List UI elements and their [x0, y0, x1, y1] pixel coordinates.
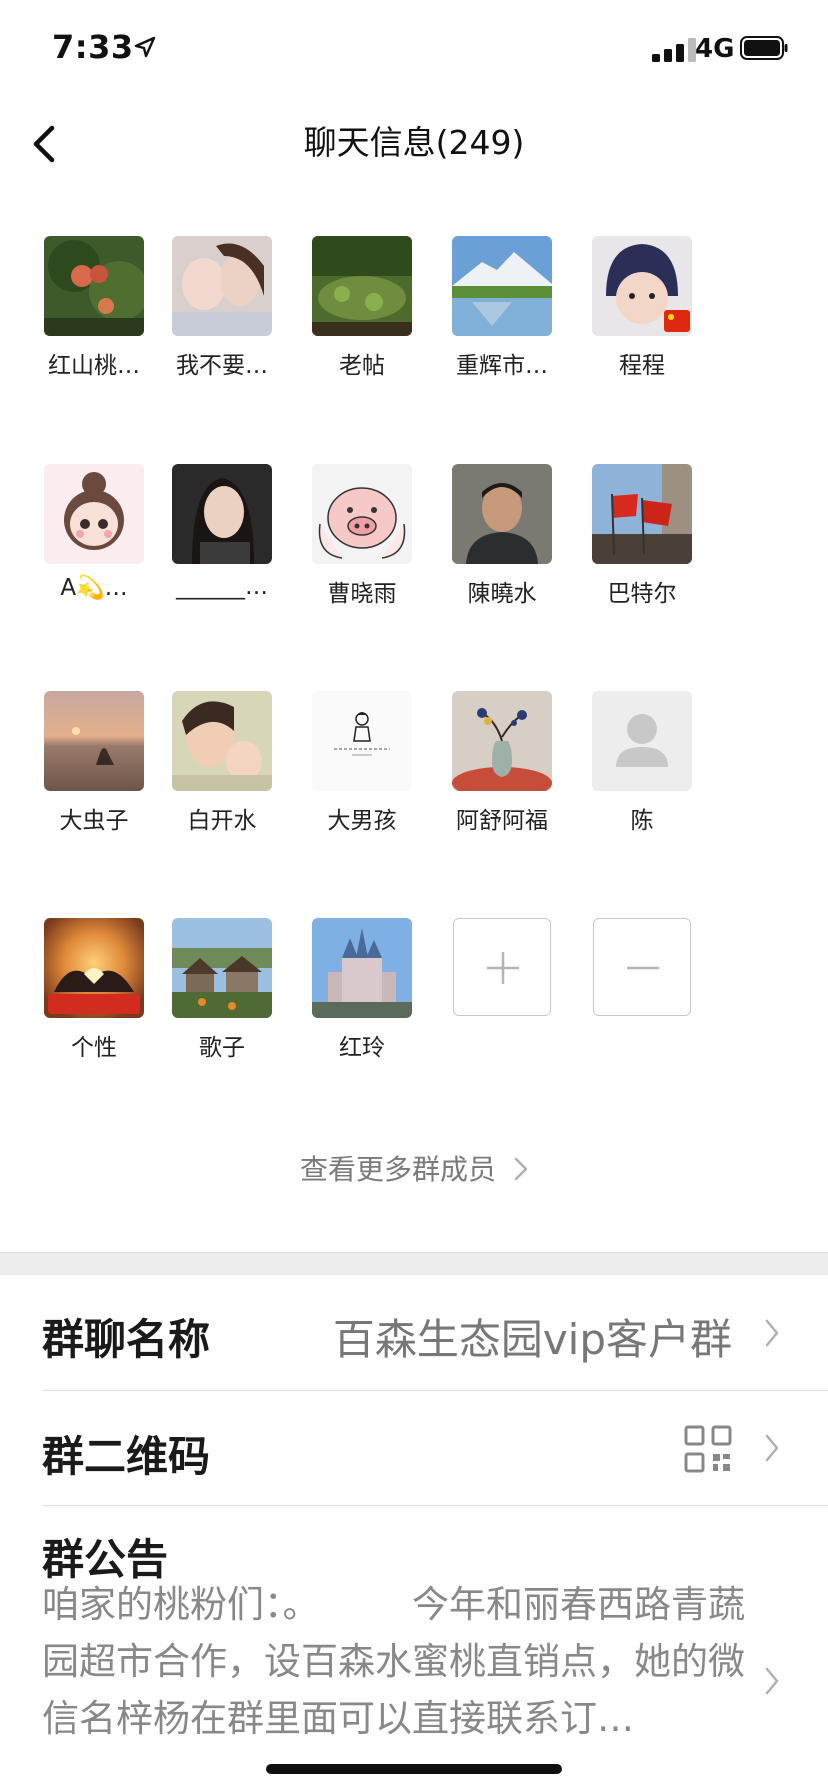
- cartoon-girl-avatar: [44, 464, 144, 564]
- member-name: 巴特尔: [607, 581, 677, 607]
- chevron-right-icon: [765, 1434, 779, 1462]
- member-name: 红玲: [339, 1035, 385, 1061]
- member-item[interactable]: 曹晓雨: [297, 464, 427, 608]
- network-type: 4G: [695, 34, 735, 64]
- sketch-figure-avatar: [312, 691, 412, 791]
- member-item[interactable]: 陳曉水: [437, 464, 567, 608]
- vase-flowers-avatar: [452, 691, 552, 791]
- desert-sunset-avatar: [44, 691, 144, 791]
- status-time: 7:33: [52, 28, 134, 66]
- member-item[interactable]: 老帖: [297, 236, 427, 380]
- mountain-lake-avatar: [452, 236, 552, 336]
- member-item[interactable]: 重辉市…: [437, 236, 567, 380]
- cartoon-pig-avatar: [312, 464, 412, 564]
- location-arrow-icon: [134, 36, 156, 58]
- group-name-row[interactable]: 群聊名称 百森生态园vip客户群: [0, 1274, 828, 1390]
- mother-child-avatar: [172, 236, 272, 336]
- home-indicator[interactable]: [266, 1764, 562, 1774]
- view-more-members-label: 查看更多群成员: [299, 1153, 496, 1186]
- china-heart-hands-avatar: [44, 918, 144, 1018]
- man-portrait-avatar: [452, 464, 552, 564]
- section-divider: [0, 1252, 828, 1275]
- member-name: 重辉市…: [456, 353, 548, 379]
- member-item[interactable]: 红山桃…: [29, 236, 159, 380]
- pond-avatar: [312, 236, 412, 336]
- chevron-right-icon: [765, 1319, 779, 1347]
- page-title: 聊天信息(249): [303, 123, 525, 162]
- group-notice-text: 咱家的桃粉们：。 今年和丽春西路青蔬园超市合作，设百森水蜜桃直销点，她的微信名梓…: [42, 1583, 745, 1740]
- add-member-button[interactable]: [437, 918, 567, 1016]
- group-qr-code-row[interactable]: 群二维码: [0, 1391, 828, 1505]
- plus-icon[interactable]: [453, 918, 551, 1016]
- member-item[interactable]: 个性: [29, 918, 159, 1062]
- member-item[interactable]: 大虫子: [29, 691, 159, 835]
- member-name: 个性: [71, 1035, 117, 1061]
- member-name: 陳曉水: [467, 581, 537, 607]
- peach-tree-avatar: [44, 236, 144, 336]
- member-name: 白开水: [187, 808, 257, 834]
- woman-selfie-avatar: [172, 464, 272, 564]
- mother-child-blur-avatar: [172, 691, 272, 791]
- member-item[interactable]: 程程: [577, 236, 707, 380]
- baby-avatar: [592, 236, 692, 336]
- chevron-right-icon: [514, 1157, 528, 1181]
- member-item[interactable]: 大男孩: [297, 691, 427, 835]
- member-item[interactable]: 阿舒阿福: [437, 691, 567, 835]
- navigation-bar: 聊天信息(249): [0, 96, 828, 192]
- member-name: 程程: [619, 353, 665, 379]
- member-name: 老帖: [339, 353, 385, 379]
- member-item[interactable]: ______…: [157, 464, 287, 600]
- battery-icon: [740, 36, 788, 60]
- member-name: 大男孩: [327, 808, 397, 834]
- castle-avatar: [312, 918, 412, 1018]
- red-flags-avatar: [592, 464, 692, 564]
- member-name: 歌子: [199, 1035, 245, 1061]
- group-qr-code-label: 群二维码: [42, 1432, 211, 1481]
- member-item[interactable]: 歌子: [157, 918, 287, 1062]
- village-avatar: [172, 918, 272, 1018]
- member-item[interactable]: 我不要…: [157, 236, 287, 380]
- member-item[interactable]: 白开水: [157, 691, 287, 835]
- group-name-label: 群聊名称: [42, 1315, 211, 1364]
- group-name-value: 百森生态园vip客户群: [332, 1315, 732, 1364]
- member-name: 陈: [630, 808, 654, 834]
- view-more-members-link[interactable]: 查看更多群成员: [0, 1148, 828, 1188]
- member-name: A💫…: [60, 575, 128, 601]
- member-name: ______…: [176, 574, 268, 600]
- default-avatar: [592, 691, 692, 791]
- member-name: 阿舒阿福: [456, 808, 548, 834]
- member-name: 红山桃…: [48, 353, 140, 379]
- member-name: 大虫子: [59, 808, 129, 834]
- member-name: 曹晓雨: [327, 581, 397, 607]
- minus-icon[interactable]: [593, 918, 691, 1016]
- remove-member-button[interactable]: [577, 918, 707, 1016]
- member-item[interactable]: 红玲: [297, 918, 427, 1062]
- qr-code-icon: [684, 1425, 732, 1473]
- cellular-signal-icon: [652, 38, 696, 62]
- member-item[interactable]: 陈: [577, 691, 707, 835]
- member-item[interactable]: 巴特尔: [577, 464, 707, 608]
- status-bar: 7:33 4G: [0, 0, 828, 96]
- member-name: 我不要…: [176, 353, 268, 379]
- member-item[interactable]: A💫…: [29, 464, 159, 601]
